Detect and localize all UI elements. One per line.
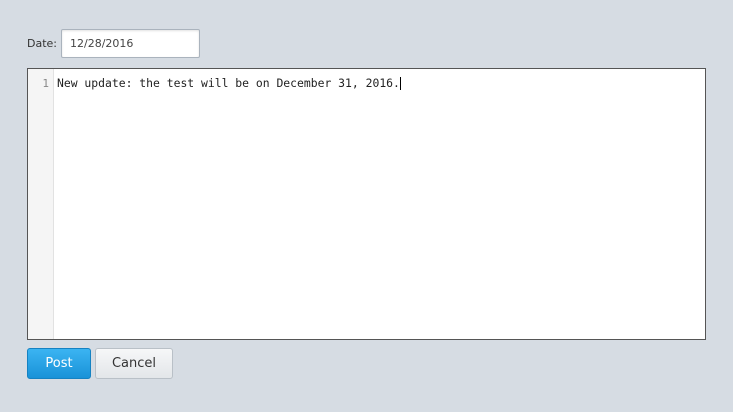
- post-button[interactable]: Post: [27, 348, 91, 379]
- editor-text-area[interactable]: New update: the test will be on December…: [54, 69, 705, 339]
- text-cursor: [399, 77, 401, 90]
- date-label: Date:: [27, 37, 57, 50]
- code-editor[interactable]: 1 New update: the test will be on Decemb…: [27, 68, 706, 340]
- editor-line: New update: the test will be on December…: [57, 76, 400, 90]
- line-number: 1: [42, 77, 49, 90]
- date-row: Date:: [27, 28, 200, 59]
- line-number-gutter: 1: [28, 69, 54, 339]
- cancel-button[interactable]: Cancel: [95, 348, 173, 379]
- date-input[interactable]: [61, 29, 200, 58]
